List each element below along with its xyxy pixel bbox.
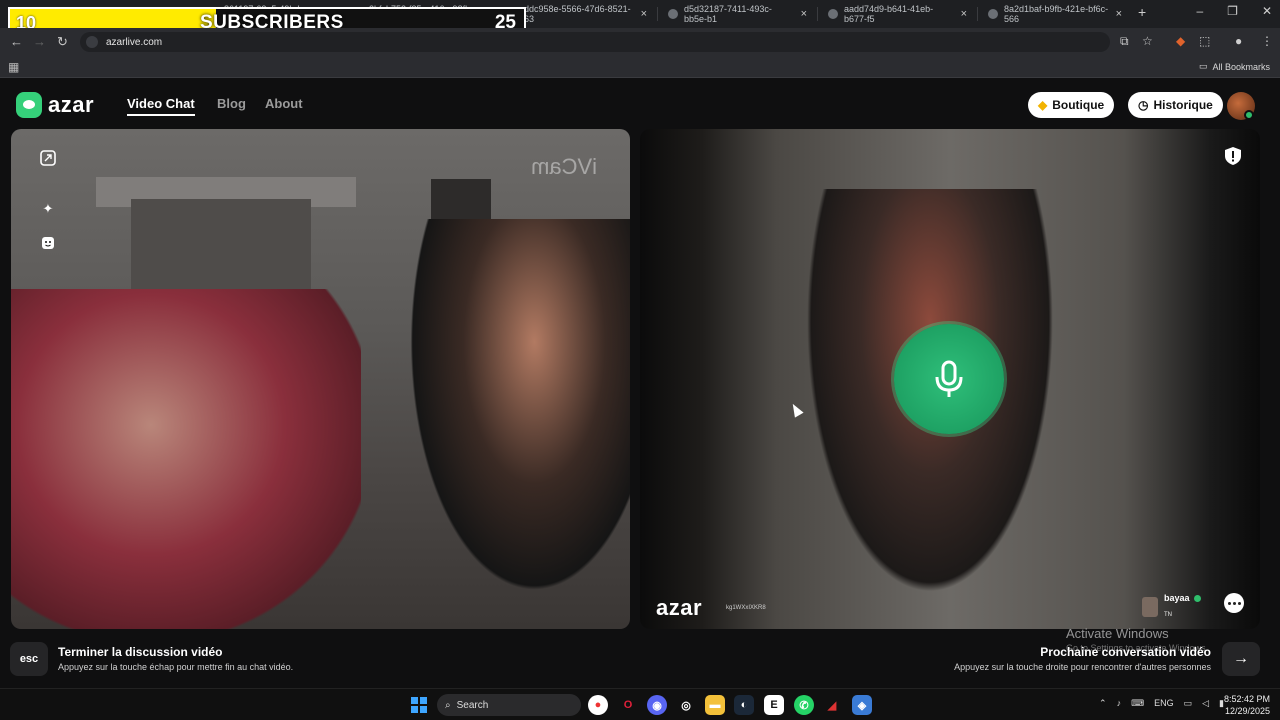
chevron-up-icon[interactable]: ⌃ (1099, 698, 1107, 709)
person-right (391, 219, 630, 629)
close-icon[interactable]: × (961, 8, 967, 20)
microphone-button[interactable] (894, 324, 1004, 434)
tab-favicon-icon (988, 9, 998, 19)
next-chat-arrow-button[interactable]: → (1222, 642, 1260, 676)
historique-button[interactable]: ◷ Historique (1128, 92, 1223, 118)
chat-bubble-icon[interactable] (1224, 593, 1244, 613)
arrow-right-icon: → (1233, 650, 1249, 667)
next-chat-title: Prochaine conversation vidéo (1040, 645, 1211, 659)
taskbar-clock[interactable]: 8:52:42 PM 12/29/2025 (1224, 693, 1270, 717)
online-status-dot (1244, 110, 1254, 120)
url-text: azarlive.com (106, 36, 163, 48)
close-window-icon[interactable]: ✕ (1262, 4, 1272, 18)
app-icon[interactable]: ◢ (822, 695, 842, 715)
local-video-feed: iVCam ✦ (11, 129, 630, 629)
network-icon[interactable]: ▭ (1184, 698, 1193, 709)
volume-icon[interactable]: ◁ (1202, 698, 1209, 709)
tab-title: 8a2d1baf-b9fb-421e-bf6c-566 (1004, 4, 1109, 24)
github-icon[interactable]: ◎ (676, 695, 696, 715)
end-chat-title: Terminer la discussion vidéo (58, 645, 223, 659)
close-icon[interactable]: × (641, 8, 647, 20)
all-bookmarks-button[interactable]: ▭ All Bookmarks (1199, 61, 1270, 72)
boutique-button[interactable]: ◆ Boutique (1028, 92, 1115, 118)
browser-tab[interactable]: aadd74d9-b641-41eb-b677-f5 × (820, 4, 975, 24)
remote-user-id: kg1WXxIXKR8 (726, 605, 766, 611)
bookmark-star-icon[interactable]: ☆ (1142, 34, 1153, 48)
verified-dot-icon (1193, 594, 1201, 602)
person-left (11, 289, 361, 629)
extensions-puzzle-icon[interactable]: ⬚ (1199, 34, 1210, 48)
taskbar-search[interactable]: ⌕ Search (437, 694, 581, 716)
menu-dots-icon[interactable]: ⋮ (1261, 34, 1273, 48)
peer-country: TN (1164, 612, 1172, 618)
close-icon[interactable]: × (801, 8, 807, 20)
epic-icon[interactable]: E (764, 695, 784, 715)
ivcam-watermark: iVCam (531, 154, 598, 179)
microphone-icon (935, 360, 963, 397)
browser-tab[interactable]: d5d32187-7411-493c-bb5e-b1 × (660, 4, 815, 24)
peer-info[interactable]: bayaa TN (1142, 593, 1201, 621)
end-chat-esc-button[interactable]: esc (10, 642, 48, 676)
remote-azar-watermark: azar (656, 595, 703, 620)
tab-title: d5d32187-7411-493c-bb5e-b1 (684, 4, 772, 24)
face-filter-icon[interactable] (36, 231, 60, 255)
bookmarks-bar: ▦ ▭ All Bookmarks (0, 56, 1280, 78)
report-shield-icon[interactable] (1223, 146, 1243, 166)
nav-blog[interactable]: Blog (217, 96, 246, 111)
file-explorer-icon[interactable]: ▬ (705, 695, 725, 715)
azar-logo[interactable]: azar (16, 92, 94, 118)
windows-start-icon[interactable] (411, 697, 427, 713)
app-icon-2[interactable]: ◈ (852, 695, 872, 715)
site-info-icon[interactable] (86, 36, 98, 48)
address-bar-row: ← → ↻ azarlive.com ⧉ ☆ ◆ ⬚ ● ⋮ (0, 28, 1280, 56)
peer-name: bayaa (1164, 593, 1190, 603)
steam-icon[interactable]: ◐ (734, 695, 754, 715)
opera-icon[interactable]: O (618, 695, 638, 715)
cast-icon[interactable]: ⧉ (1120, 34, 1129, 49)
close-icon[interactable]: × (1116, 8, 1122, 20)
tab-title: ddc958e-5566-47d6-8521-63 (524, 4, 631, 24)
chrome-icon[interactable]: ● (588, 695, 608, 715)
end-chat-description: Appuyez sur la touche échap pour mettre … (58, 662, 294, 672)
maximize-icon[interactable]: ❐ (1227, 4, 1238, 18)
reload-icon[interactable]: ↻ (57, 34, 68, 50)
minimize-icon[interactable]: – (1196, 4, 1203, 18)
new-tab-button[interactable]: + (1138, 4, 1146, 20)
browser-tab[interactable]: 8a2d1baf-b9fb-421e-bf6c-566 × (980, 4, 1130, 24)
search-icon: ⌕ (445, 699, 451, 711)
apps-grid-icon[interactable]: ▦ (8, 60, 19, 74)
clock-icon: ◷ (1138, 98, 1149, 112)
nav-video-chat[interactable]: Video Chat (127, 96, 195, 116)
next-chat-description: Appuyez sur la touche droite pour rencon… (954, 662, 1211, 672)
mic-tray-icon[interactable]: ♪ (1117, 698, 1122, 709)
tab-favicon-icon (828, 9, 838, 19)
whatsapp-icon[interactable]: ✆ (794, 695, 814, 715)
extension-icon[interactable]: ◆ (1176, 34, 1185, 48)
windows-taskbar: ⌕ Search ● O ◉ ◎ ▬ ◐ E ✆ ◢ ◈ ⌃ ♪ ⌨ ENG ▭… (0, 688, 1280, 720)
folder-icon: ▭ (1198, 61, 1208, 71)
expand-icon[interactable] (36, 146, 60, 170)
discord-icon[interactable]: ◉ (647, 695, 667, 715)
system-tray: ⌃ ♪ ⌨ ENG ▭ ◁ ▮ (1099, 698, 1224, 709)
keyboard-icon[interactable]: ⌨ (1131, 698, 1144, 709)
remote-video-feed: azar kg1WXxIXKR8 bayaa TN (640, 129, 1260, 629)
profile-icon[interactable]: ● (1235, 34, 1242, 48)
tab-favicon-icon (668, 9, 678, 19)
peer-avatar (1142, 597, 1158, 617)
activate-windows-title: Activate Windows (1066, 626, 1169, 641)
azar-logo-icon (16, 92, 42, 118)
language-indicator[interactable]: ENG (1154, 698, 1174, 709)
sparkle-effects-icon[interactable]: ✦ (36, 197, 60, 221)
diamond-icon: ◆ (1038, 98, 1048, 112)
tab-title: aadd74d9-b641-41eb-b677-f5 (844, 4, 934, 24)
nav-about[interactable]: About (265, 96, 303, 111)
back-arrow-icon[interactable]: ← (10, 34, 23, 49)
url-input[interactable]: azarlive.com (80, 32, 1110, 52)
site-header: azar Video Chat Blog About ◆ Boutique ◷ … (0, 79, 1280, 129)
forward-arrow-icon[interactable]: → (33, 34, 46, 49)
